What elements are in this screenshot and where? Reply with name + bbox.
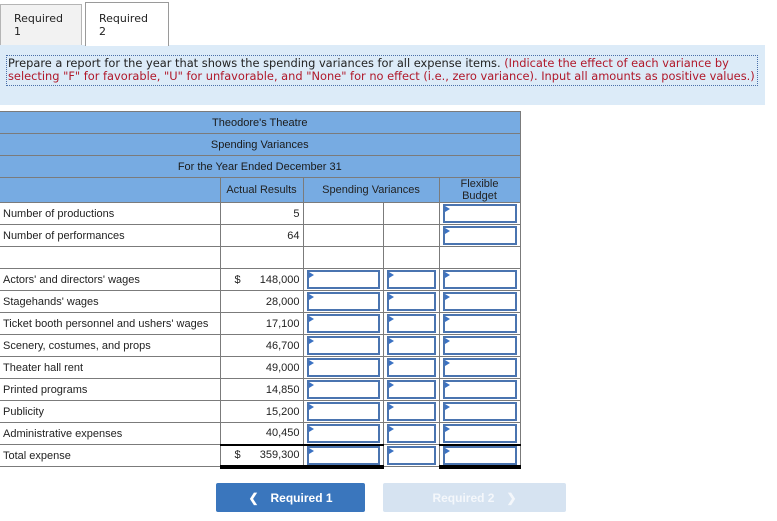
chevron-right-icon: ❯ <box>506 490 517 505</box>
flexible-budget-input[interactable] <box>438 422 521 445</box>
row-label: Administrative expenses <box>0 422 221 445</box>
variance-amount-input[interactable] <box>302 422 384 445</box>
label-column-header <box>0 177 221 203</box>
report-period: For the Year Ended December 31 <box>0 155 521 178</box>
spacer-cell <box>438 246 521 269</box>
row-label: Number of performances <box>0 224 221 247</box>
flexible-budget-input[interactable] <box>438 356 521 379</box>
amount: 148,000 <box>259 273 300 286</box>
report-company: Theodore's Theatre <box>0 111 521 134</box>
row-label: Printed programs <box>0 378 221 401</box>
row-label: Total expense <box>0 444 221 467</box>
prev-required-1-button[interactable]: ❮ Required 1 <box>216 483 365 512</box>
next-button-label: Required 2 <box>432 490 495 505</box>
actual-value: 5 <box>219 202 304 225</box>
next-required-2-button[interactable]: Required 2 ❯ <box>383 483 566 512</box>
variance-amount-input[interactable] <box>302 268 384 291</box>
table-row: Scenery, costumes, and props 46,700 <box>0 334 521 357</box>
tab-bar: Required 1 Required 2 <box>0 2 169 46</box>
table-row: Stagehands' wages 28,000 <box>0 290 521 313</box>
table-row: Administrative expenses 40,450 <box>0 422 521 445</box>
flexible-budget-input[interactable] <box>438 334 521 357</box>
variance-amount-input[interactable] <box>302 400 384 423</box>
flexible-budget-input[interactable] <box>438 290 521 313</box>
actual-value: 40,450 <box>219 422 304 445</box>
tab-required-2[interactable]: Required 2 <box>85 2 169 46</box>
spacer-row <box>0 246 521 269</box>
spending-variance-report: Theodore's Theatre Spending Variances Fo… <box>0 111 521 469</box>
table-row: Publicity 15,200 <box>0 400 521 423</box>
variance-effect-select[interactable] <box>382 400 440 423</box>
row-label: Scenery, costumes, and props <box>0 334 221 357</box>
variance-amount-input[interactable] <box>302 290 384 313</box>
actual-value: 17,100 <box>219 312 304 335</box>
row-label: Publicity <box>0 400 221 423</box>
actual-value: 14,850 <box>219 378 304 401</box>
variance-effect-select[interactable] <box>382 334 440 357</box>
instructions-text: Prepare a report for the year that shows… <box>6 55 758 86</box>
table-row: Ticket booth personnel and ushers' wages… <box>0 312 521 335</box>
actual-value: 64 <box>219 224 304 247</box>
spacer-cell <box>0 246 221 269</box>
variance-effect-select[interactable] <box>382 356 440 379</box>
variance-amount-input[interactable] <box>302 356 384 379</box>
flexible-budget-input[interactable] <box>438 400 521 423</box>
flexible-budget-input[interactable] <box>438 312 521 335</box>
table-row: Number of productions 5 <box>0 202 521 225</box>
instructions-main: Prepare a report for the year that shows… <box>8 56 505 70</box>
table-row: Actors' and directors' wages $148,000 <box>0 268 521 291</box>
row-label: Ticket booth personnel and ushers' wages <box>0 312 221 335</box>
spacer-cell <box>219 246 304 269</box>
spending-variances-header: Spending Variances <box>302 177 440 203</box>
variance-cell <box>302 202 384 225</box>
report-title: Spending Variances <box>0 133 521 156</box>
actual-value: 49,000 <box>219 356 304 379</box>
flexible-budget-input[interactable] <box>438 224 521 247</box>
table-row: Theater hall rent 49,000 <box>0 356 521 379</box>
variance-effect-select[interactable] <box>382 378 440 401</box>
row-label: Actors' and directors' wages <box>0 268 221 291</box>
table-row: Number of performances 64 <box>0 224 521 247</box>
chevron-left-icon: ❮ <box>248 490 259 505</box>
variance-effect-select[interactable] <box>382 312 440 335</box>
spacer-cell <box>382 246 440 269</box>
flexible-budget-input[interactable] <box>438 378 521 401</box>
actual-value: 15,200 <box>219 400 304 423</box>
variance-effect-select[interactable] <box>382 268 440 291</box>
table-row: Printed programs 14,850 <box>0 378 521 401</box>
flexible-budget-input[interactable] <box>438 268 521 291</box>
total-row: Total expense $359,300 <box>0 443 521 469</box>
row-label: Number of productions <box>0 202 221 225</box>
row-label: Stagehands' wages <box>0 290 221 313</box>
effect-cell <box>382 202 440 225</box>
actual-value: 28,000 <box>219 290 304 313</box>
dollar-sign: $ <box>234 273 241 286</box>
variance-total-input[interactable] <box>302 443 384 469</box>
tab-required-1[interactable]: Required 1 <box>0 4 82 45</box>
actual-total: $359,300 <box>219 443 304 469</box>
variance-cell <box>302 224 384 247</box>
actual-value: 46,700 <box>219 334 304 357</box>
variance-amount-input[interactable] <box>302 312 384 335</box>
flexible-budget-total-input[interactable] <box>438 443 521 469</box>
row-label: Theater hall rent <box>0 356 221 379</box>
variance-amount-input[interactable] <box>302 378 384 401</box>
flexible-budget-input[interactable] <box>438 202 521 225</box>
variance-total-effect-select[interactable] <box>382 444 440 467</box>
instructions-panel: Prepare a report for the year that shows… <box>0 45 765 105</box>
spacer-cell <box>302 246 384 269</box>
effect-cell <box>382 224 440 247</box>
variance-amount-input[interactable] <box>302 334 384 357</box>
prev-button-label: Required 1 <box>270 490 333 505</box>
amount: 359,300 <box>259 449 300 461</box>
dollar-sign: $ <box>234 449 241 461</box>
actual-results-header: Actual Results <box>219 177 304 203</box>
actual-value: $148,000 <box>219 268 304 291</box>
flexible-budget-header: Flexible Budget <box>438 177 521 203</box>
variance-effect-select[interactable] <box>382 422 440 445</box>
variance-effect-select[interactable] <box>382 290 440 313</box>
